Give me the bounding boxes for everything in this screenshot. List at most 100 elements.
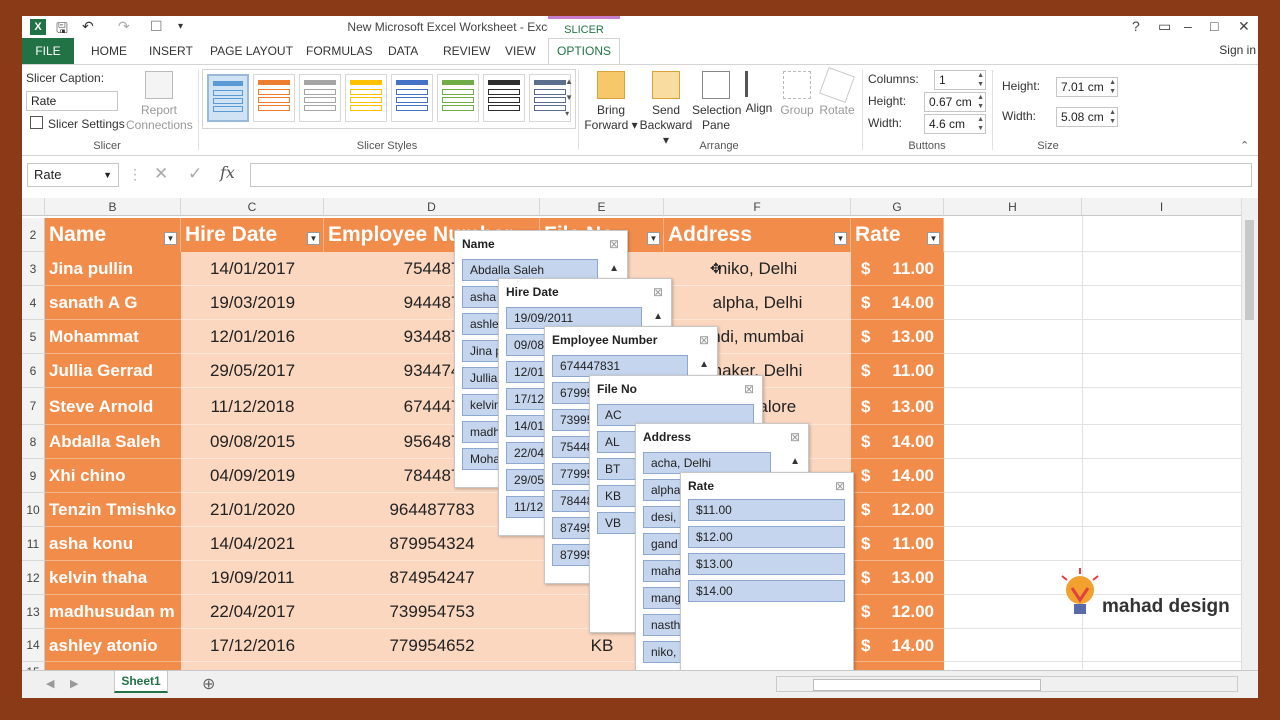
address-cell[interactable]: niko, Delhi [664, 252, 851, 286]
address-cell[interactable]: alpha, Delhi [664, 286, 851, 320]
button-width-spinner-icon[interactable]: ▲ ▼ [977, 115, 984, 133]
rotate-button[interactable]: Rotate [816, 67, 858, 118]
slicer-style-4[interactable] [345, 74, 387, 122]
slicer-width-input[interactable]: 5.08 cm ▲ ▼ [1056, 107, 1118, 127]
row-header-12[interactable]: 12 [22, 561, 45, 595]
vertical-scroll-thumb[interactable] [1245, 220, 1254, 320]
header-name[interactable]: Name ▼ [45, 218, 181, 252]
column-header-i[interactable]: I [1082, 198, 1242, 216]
header-address[interactable]: Address ▼ [664, 218, 851, 252]
row-header-9[interactable]: 9 [22, 459, 45, 493]
minimize-button[interactable]: – [1184, 18, 1192, 34]
clear-filter-icon[interactable]: ⊠ [744, 382, 754, 396]
hire-date-cell[interactable]: 19/09/2011 [181, 561, 324, 595]
sheet-tab-sheet1[interactable]: Sheet1 [114, 671, 168, 693]
formula-input[interactable] [250, 163, 1252, 187]
rate-cell[interactable]: $12.00 [851, 493, 944, 527]
name-cell[interactable]: Jina pullin [45, 252, 181, 286]
columns-input[interactable]: 1 ▲ ▼ [934, 70, 986, 90]
column-header-c[interactable]: C [181, 198, 324, 216]
columns-spinner-icon[interactable]: ▲ ▼ [977, 71, 984, 89]
enter-entry-icon[interactable]: ✓ [188, 164, 202, 184]
bring-forward-button[interactable]: Bring Forward ▾ [584, 71, 638, 133]
group-button[interactable]: Group [778, 71, 816, 118]
rate-cell[interactable]: $14.00 [851, 425, 944, 459]
rate-cell[interactable]: $12.00 [851, 595, 944, 629]
hire-date-cell[interactable]: 29/05/2017 [181, 354, 324, 388]
slicer-style-3[interactable] [299, 74, 341, 122]
rate-cell[interactable]: $14.00 [851, 629, 944, 662]
close-button[interactable]: ✕ [1238, 18, 1250, 35]
selection-pane-button[interactable]: Selection Pane [692, 71, 741, 133]
tab-review[interactable]: REVIEW [443, 44, 490, 58]
hire-date-cell[interactable]: 14/01/2017 [181, 252, 324, 286]
clear-filter-icon[interactable]: ⊠ [790, 430, 800, 444]
hire-date-cell[interactable]: 09/08/2015 [181, 425, 324, 459]
clear-filter-icon[interactable]: ⊠ [653, 285, 663, 299]
rate-cell[interactable]: $11.00 [851, 252, 944, 286]
hire-date-cell[interactable]: 12/01/2016 [181, 320, 324, 354]
column-header-b[interactable]: B [45, 198, 181, 216]
next-sheet-icon[interactable]: ▶ [70, 677, 78, 690]
row-header-7[interactable]: 7 [22, 388, 45, 425]
name-box-dropdown-icon[interactable]: ▼ [103, 164, 112, 186]
report-connections-button[interactable]: Report Connections [126, 71, 193, 133]
tab-data[interactable]: DATA [388, 44, 418, 58]
tab-home[interactable]: HOME [91, 44, 127, 58]
name-cell[interactable]: Tenzin Tmishko [45, 493, 181, 527]
header-rate[interactable]: Rate ▼ [851, 218, 944, 252]
name-cell[interactable]: kelvin thaha [45, 561, 181, 595]
row-header-6[interactable]: 6 [22, 354, 45, 388]
button-height-input[interactable]: 0.67 cm ▲ ▼ [924, 92, 986, 112]
slicer-style-1[interactable] [207, 74, 249, 122]
row-header-10[interactable]: 10 [22, 493, 45, 527]
slicer-item[interactable]: 674447831 [552, 355, 688, 377]
undo-icon[interactable]: ↶ [82, 18, 94, 35]
hire-date-cell[interactable]: 22/04/2017 [181, 595, 324, 629]
row-header-4[interactable]: 4 [22, 286, 45, 320]
align-button[interactable]: Align [740, 71, 778, 116]
hire-date-cell[interactable]: 21/01/2020 [181, 493, 324, 527]
name-cell[interactable]: Xhi chino [45, 459, 181, 493]
rate-cell[interactable]: $11.00 [851, 527, 944, 561]
name-cell[interactable]: Mohammat [45, 320, 181, 354]
ribbon-display-button[interactable]: ▭ [1158, 18, 1171, 35]
cancel-entry-icon[interactable]: ✕ [154, 164, 168, 184]
employee-number-cell[interactable]: 874954247 [324, 561, 540, 595]
employee-number-cell[interactable]: 779954652 [324, 629, 540, 662]
hire-date-cell[interactable]: 14/04/2021 [181, 527, 324, 561]
touch-mode-icon[interactable]: ☐ [150, 18, 163, 35]
tab-formulas[interactable]: FORMULAS [306, 44, 373, 58]
filter-dropdown-icon[interactable]: ▼ [834, 232, 847, 245]
rate-cell[interactable]: $14.00 [851, 286, 944, 320]
slicer-height-spinner-icon[interactable]: ▲ ▼ [1109, 78, 1116, 96]
slicer-caption-input[interactable]: Rate [26, 91, 118, 111]
row-header-3[interactable]: 3 [22, 252, 45, 286]
slicer-style-7[interactable] [483, 74, 525, 122]
help-button[interactable]: ? [1132, 18, 1140, 34]
clear-filter-icon[interactable]: ⊠ [699, 333, 709, 347]
name-box[interactable]: Rate ▼ [27, 163, 119, 187]
slicer-item[interactable]: $14.00 [688, 580, 845, 602]
slicer-scroll-up-icon[interactable]: ▲ [699, 359, 709, 370]
hire-date-cell[interactable]: 17/12/2016 [181, 629, 324, 662]
filter-dropdown-icon[interactable]: ▼ [927, 232, 940, 245]
slicer-scroll-up-icon[interactable]: ▲ [609, 263, 619, 274]
name-cell[interactable]: Abdalla Saleh [45, 425, 181, 459]
filter-dropdown-icon[interactable]: ▼ [307, 232, 320, 245]
rate-cell[interactable]: $14.00 [851, 459, 944, 493]
name-cell[interactable]: ashley atonio [45, 629, 181, 662]
column-header-f[interactable]: F [664, 198, 851, 216]
rate-cell[interactable]: $13.00 [851, 388, 944, 425]
slicer-scroll-up-icon[interactable]: ▲ [653, 311, 663, 322]
slicer-rate[interactable]: Rate ⊠ $11.00 $12.00 $13.00 $14.00 [680, 472, 854, 698]
rate-cell[interactable]: $11.00 [851, 354, 944, 388]
hire-date-cell[interactable]: 11/12/2018 [181, 388, 324, 425]
sign-in-link[interactable]: Sign in [1219, 43, 1256, 57]
button-width-input[interactable]: 4.6 cm ▲ ▼ [924, 114, 986, 134]
row-header-13[interactable]: 13 [22, 595, 45, 629]
clear-filter-icon[interactable]: ⊠ [835, 479, 845, 493]
column-header-h[interactable]: H [944, 198, 1082, 216]
prev-sheet-icon[interactable]: ◀ [46, 677, 54, 690]
tab-insert[interactable]: INSERT [149, 44, 193, 58]
